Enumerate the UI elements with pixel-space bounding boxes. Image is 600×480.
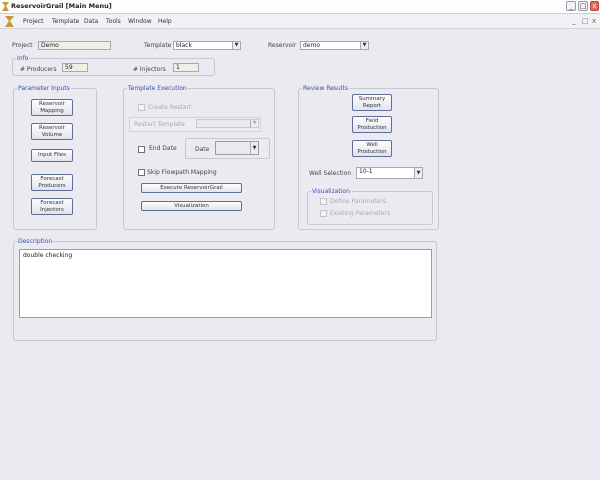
reservoir-volume-button[interactable]: Reservoir Volume bbox=[31, 123, 73, 140]
info-group-title: Info bbox=[16, 55, 30, 62]
input-files-button[interactable]: Input Files bbox=[31, 149, 73, 162]
create-restart-label: Create Restart bbox=[148, 104, 192, 111]
chevron-down-icon[interactable]: ▼ bbox=[360, 42, 368, 49]
restart-template-label: Restart Template bbox=[134, 121, 185, 128]
date-picker[interactable]: ▼ bbox=[215, 141, 259, 155]
injectors-field: 1 bbox=[173, 63, 199, 72]
template-select-value: black bbox=[176, 42, 192, 49]
chevron-down-icon[interactable]: ▼ bbox=[250, 142, 258, 154]
visualization-subgroup: Visualization bbox=[307, 188, 433, 225]
menu-project[interactable]: Project bbox=[23, 18, 44, 25]
window-titlebar: ReservoirGrail [Main Menu] _ □ x bbox=[0, 0, 600, 14]
well-production-button[interactable]: Well Production bbox=[352, 140, 392, 157]
producers-field: 59 bbox=[62, 63, 88, 72]
skip-flowpath-label: Skip Flowpath Mapping bbox=[147, 169, 217, 176]
well-selection-label: Well Selection bbox=[309, 170, 352, 177]
mdi-minimize-button[interactable]: _ bbox=[572, 17, 576, 25]
project-label: Project bbox=[12, 42, 33, 49]
project-field[interactable]: Demo bbox=[38, 41, 111, 50]
template-execution-title: Template Execution bbox=[127, 85, 188, 92]
forecast-producers-button[interactable]: Forecast Producers bbox=[31, 174, 73, 191]
existing-parameters-checkbox[interactable] bbox=[320, 210, 327, 217]
menu-bar: Project Template Data Tools Window Help … bbox=[0, 14, 600, 29]
menu-tools[interactable]: Tools bbox=[106, 18, 121, 25]
chevron-down-icon[interactable]: ▼ bbox=[414, 168, 422, 178]
end-date-label: End Date bbox=[149, 145, 177, 152]
menu-help[interactable]: Help bbox=[158, 18, 172, 25]
visualization-button[interactable]: Visualization bbox=[141, 201, 242, 211]
skip-flowpath-checkbox[interactable] bbox=[138, 169, 145, 176]
reservoir-label: Reservoir bbox=[268, 42, 297, 49]
close-button[interactable]: x bbox=[590, 1, 599, 11]
menu-window[interactable]: Window bbox=[128, 18, 152, 25]
window-title: ReservoirGrail [Main Menu] bbox=[11, 2, 112, 10]
reservoir-select-value: demo bbox=[303, 42, 321, 49]
mdi-app-icon bbox=[5, 16, 14, 27]
existing-parameters-label: Existing Parameters bbox=[330, 210, 391, 217]
field-production-button[interactable]: Field Production bbox=[352, 116, 392, 133]
forecast-injectors-button[interactable]: Forecast Injectors bbox=[31, 198, 73, 215]
description-title: Description bbox=[17, 238, 54, 245]
visualization-subgroup-title: Visualization bbox=[311, 188, 351, 195]
injectors-label: # Injectors bbox=[133, 66, 166, 73]
template-label: Template bbox=[144, 42, 172, 49]
parameter-inputs-title: Parameter Inputs bbox=[17, 85, 71, 92]
well-selection-value: 10-1 bbox=[359, 168, 373, 175]
template-select[interactable]: black ▼ bbox=[173, 41, 241, 50]
review-results-title: Review Results bbox=[302, 85, 349, 92]
menu-data[interactable]: Data bbox=[84, 18, 98, 25]
description-textarea[interactable]: double checking bbox=[19, 249, 432, 318]
execute-reservoirgrail-button[interactable]: Execute ReservoirGrail bbox=[141, 183, 242, 193]
app-icon bbox=[2, 2, 9, 11]
define-parameters-checkbox[interactable] bbox=[320, 198, 327, 205]
well-selection-select[interactable]: 10-1 ▼ bbox=[356, 167, 423, 179]
create-restart-checkbox[interactable] bbox=[138, 104, 145, 111]
reservoir-mapping-button[interactable]: Reservoir Mapping bbox=[31, 99, 73, 116]
producers-label: # Producers bbox=[20, 66, 57, 73]
restart-template-select[interactable]: ▼ bbox=[196, 119, 259, 128]
maximize-button[interactable]: □ bbox=[578, 1, 588, 11]
summary-report-button[interactable]: Summary Report bbox=[352, 94, 392, 111]
mdi-close-button[interactable]: x bbox=[592, 17, 596, 25]
menu-template[interactable]: Template bbox=[52, 18, 79, 25]
chevron-down-icon[interactable]: ▼ bbox=[250, 120, 258, 127]
reservoir-select[interactable]: demo ▼ bbox=[300, 41, 369, 50]
define-parameters-label: Define Parameters bbox=[330, 198, 386, 205]
end-date-checkbox[interactable] bbox=[138, 146, 145, 153]
chevron-down-icon[interactable]: ▼ bbox=[232, 42, 240, 49]
mdi-maximize-button[interactable]: □ bbox=[582, 17, 589, 25]
date-label: Date bbox=[195, 146, 210, 153]
minimize-button[interactable]: _ bbox=[566, 1, 576, 11]
